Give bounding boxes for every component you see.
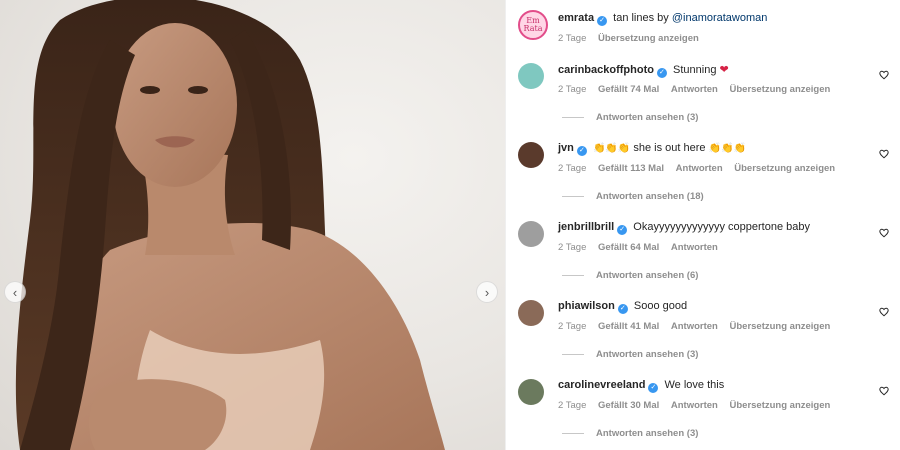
comment-line: carolinevreeland ✓ We love this	[558, 379, 724, 393]
caption-translate-link[interactable]: Übersetzung anzeigen	[598, 33, 699, 44]
replies-divider	[562, 116, 584, 118]
comment-time: 2 Tage	[558, 242, 587, 253]
comment-line: carinbackoffphoto ✓ Stunning ❤	[558, 63, 729, 78]
comment-item: carinbackoffphoto ✓ Stunning ❤ 2 Tage Gef…	[518, 63, 900, 133]
comments-panel: Em Rata emrata ✓ tan lines by @inamorataw…	[505, 0, 900, 450]
comment-time: 2 Tage	[558, 163, 587, 174]
comment-meta: 2 Tage Gefällt 113 Mal Antworten Überset…	[558, 163, 844, 174]
comment-username[interactable]: carolinevreeland	[558, 379, 645, 391]
caption-line: emrata ✓ tan lines by @inamoratawoman	[558, 12, 767, 26]
commenter-avatar[interactable]	[518, 300, 544, 326]
caption-text: tan lines by	[613, 12, 672, 24]
comment-username[interactable]: carinbackoffphoto	[558, 64, 654, 76]
next-image-button[interactable]: ›	[476, 281, 498, 303]
comment-line: phiawilson ✓ Sooo good	[558, 300, 687, 314]
comment-meta: 2 Tage Gefällt 41 Mal Antworten Übersetz…	[558, 321, 839, 332]
translate-link[interactable]: Übersetzung anzeigen	[730, 321, 831, 332]
clapping-hands-emoji-icon: 👏👏👏	[708, 143, 746, 154]
view-replies-button[interactable]: Antworten ansehen (6)	[562, 270, 698, 281]
clapping-hands-emoji-icon: 👏👏👏	[592, 143, 631, 154]
comment-likes[interactable]: Gefällt 113 Mal	[598, 163, 664, 174]
view-replies-button[interactable]: Antworten ansehen (3)	[562, 349, 698, 360]
heart-outline-icon[interactable]	[879, 386, 889, 396]
comment-text: We love this	[664, 379, 725, 391]
comment-item: jvn ✓ 👏👏👏 she is out here 👏👏👏 2 Tage Gefä…	[518, 142, 900, 212]
replies-divider	[562, 195, 584, 197]
view-replies-label: Antworten ansehen (18)	[596, 191, 704, 202]
comment-time: 2 Tage	[558, 84, 587, 95]
author-avatar[interactable]: Em Rata	[518, 10, 548, 40]
reply-button[interactable]: Antworten	[676, 163, 723, 174]
reply-button[interactable]: Antworten	[671, 321, 718, 332]
comment-text: Okayyyyyyyyyyyyy coppertone baby	[633, 221, 810, 233]
comment-item: jenbrillbrill ✓ Okayyyyyyyyyyyyy copperto…	[518, 221, 900, 291]
comment-text: Stunning	[673, 64, 717, 76]
verified-badge-icon: ✓	[656, 68, 667, 78]
reply-button[interactable]: Antworten	[671, 84, 718, 95]
comment-username[interactable]: phiawilson	[558, 300, 615, 312]
comment-likes[interactable]: Gefällt 41 Mal	[598, 321, 659, 332]
heart-outline-icon[interactable]	[879, 149, 889, 159]
comment-time: 2 Tage	[558, 321, 587, 332]
avatar-logo-text: Em Rata	[523, 16, 543, 33]
verified-badge-icon: ✓	[617, 304, 628, 314]
replies-divider	[562, 274, 584, 276]
comment-item: phiawilson ✓ Sooo good 2 Tage Gefällt 41 …	[518, 300, 900, 370]
translate-link[interactable]: Übersetzung anzeigen	[730, 400, 831, 411]
reply-button[interactable]: Antworten	[671, 400, 718, 411]
chevron-left-icon: ‹	[12, 284, 18, 300]
post-photo: ‹ ›	[0, 0, 505, 450]
heart-emoji-icon: ❤	[719, 64, 729, 76]
comment-likes[interactable]: Gefällt 30 Mal	[598, 400, 659, 411]
replies-divider	[562, 432, 584, 434]
replies-divider	[562, 353, 584, 355]
heart-outline-icon[interactable]	[879, 228, 889, 238]
view-replies-button[interactable]: Antworten ansehen (3)	[562, 112, 698, 123]
translate-link[interactable]: Übersetzung anzeigen	[734, 163, 835, 174]
view-replies-label: Antworten ansehen (6)	[596, 270, 699, 281]
post-caption: Em Rata emrata ✓ tan lines by @inamorataw…	[518, 10, 900, 52]
author-username[interactable]: emrata	[558, 12, 594, 24]
heart-outline-icon[interactable]	[879, 70, 889, 80]
comment-text: she is out here	[633, 142, 706, 154]
caption-time: 2 Tage	[558, 33, 587, 44]
comment-likes[interactable]: Gefällt 64 Mal	[598, 242, 659, 253]
verified-badge-icon: ✓	[597, 16, 608, 26]
view-replies-button[interactable]: Antworten ansehen (18)	[562, 191, 704, 202]
verified-badge-icon: ✓	[617, 225, 628, 235]
translate-link[interactable]: Übersetzung anzeigen	[730, 84, 831, 95]
view-replies-label: Antworten ansehen (3)	[596, 428, 699, 439]
previous-image-button[interactable]: ‹	[4, 281, 26, 303]
caption-mention[interactable]: @inamoratawoman	[672, 12, 768, 24]
chevron-right-icon: ›	[484, 284, 490, 300]
heart-outline-icon[interactable]	[879, 307, 889, 317]
comment-username[interactable]: jenbrillbrill	[558, 221, 614, 233]
verified-badge-icon: ✓	[648, 383, 659, 393]
comment-time: 2 Tage	[558, 400, 587, 411]
commenter-avatar[interactable]	[518, 221, 544, 247]
comment-text: Sooo good	[633, 300, 688, 312]
comment-item: carolinevreeland ✓ We love this 2 Tage Ge…	[518, 379, 900, 449]
caption-meta: 2 Tage Übersetzung anzeigen	[558, 33, 708, 44]
comment-line: jvn ✓ 👏👏👏 she is out here 👏👏👏	[558, 142, 746, 156]
photo-illustration	[15, 0, 445, 450]
view-replies-button[interactable]: Antworten ansehen (3)	[562, 428, 698, 439]
reply-button[interactable]: Antworten	[671, 242, 718, 253]
comment-meta: 2 Tage Gefällt 64 Mal Antworten	[558, 242, 727, 253]
comment-username[interactable]: jvn	[558, 142, 574, 154]
comment-meta: 2 Tage Gefällt 30 Mal Antworten Übersetz…	[558, 400, 839, 411]
comment-line: jenbrillbrill ✓ Okayyyyyyyyyyyyy copperto…	[558, 221, 810, 235]
commenter-avatar[interactable]	[518, 142, 544, 168]
comment-meta: 2 Tage Gefällt 74 Mal Antworten Übersetz…	[558, 84, 839, 95]
view-replies-label: Antworten ansehen (3)	[596, 112, 699, 123]
comment-likes[interactable]: Gefällt 74 Mal	[598, 84, 659, 95]
commenter-avatar[interactable]	[518, 379, 544, 405]
commenter-avatar[interactable]	[518, 63, 544, 89]
verified-badge-icon: ✓	[576, 146, 587, 156]
view-replies-label: Antworten ansehen (3)	[596, 349, 699, 360]
